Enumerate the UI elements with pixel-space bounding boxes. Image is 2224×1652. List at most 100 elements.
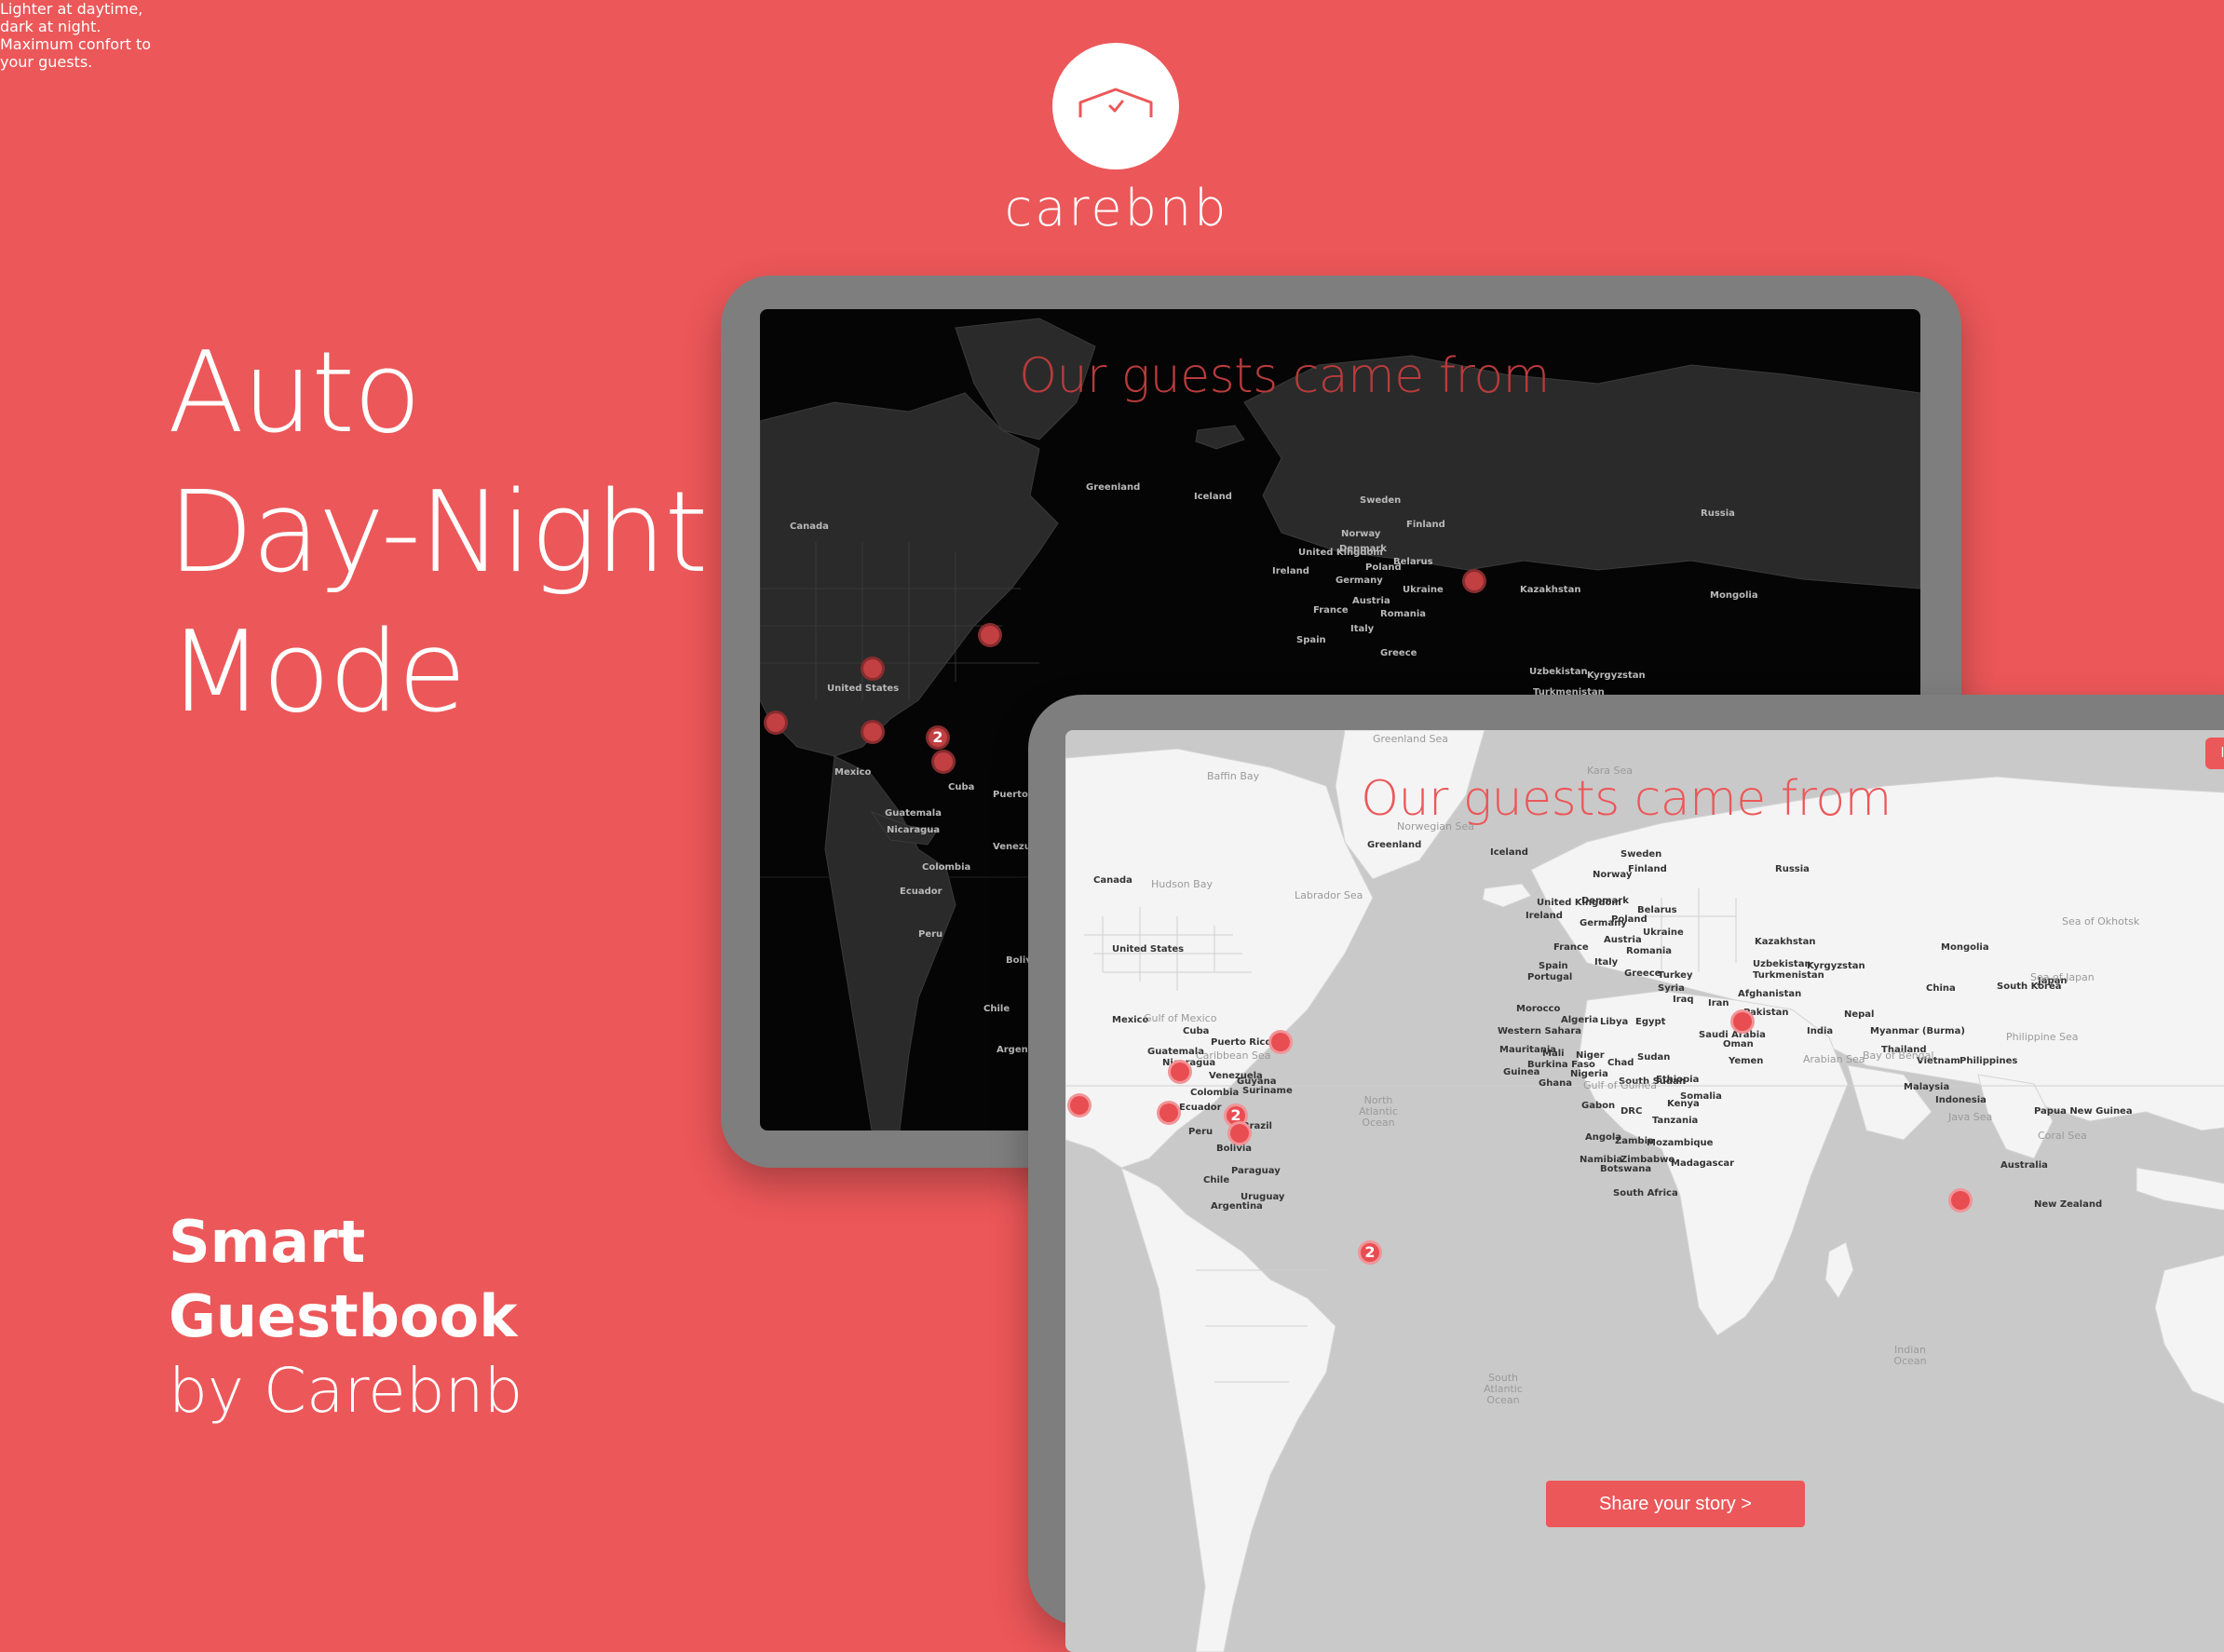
guest-location-pin[interactable] xyxy=(1227,1121,1252,1145)
map-label: Australia xyxy=(2000,1160,2048,1171)
theme-toggle-button[interactable]: light xyxy=(2205,738,2224,769)
sea-label: Kara Sea xyxy=(1587,765,1634,777)
sea-label: Sea of Okhotsk xyxy=(2062,915,2140,928)
map-label: Turkmenistan xyxy=(1753,970,1824,981)
map-label: Suriname xyxy=(1242,1086,1293,1096)
guest-location-pin[interactable] xyxy=(1268,1030,1293,1054)
map-label: Germany xyxy=(1580,918,1627,928)
map-label: Iraq xyxy=(1673,995,1694,1005)
product-line-smart: Smart xyxy=(169,1208,366,1276)
map-label: Libya xyxy=(1600,1017,1629,1027)
guest-location-pin[interactable] xyxy=(1462,569,1486,593)
map-label: Romania xyxy=(1626,946,1673,956)
map-label: Denmark xyxy=(1581,896,1629,906)
map-label: Guinea xyxy=(1503,1067,1540,1077)
map-label: Papua New Guinea xyxy=(2034,1106,2133,1117)
guest-location-pin[interactable] xyxy=(931,750,956,774)
map-label: Turkey xyxy=(1658,970,1693,981)
tagline-line: dark at night. xyxy=(0,18,102,35)
share-story-button[interactable]: Share your story > xyxy=(1546,1481,1805,1527)
map-label: Ecuador xyxy=(900,887,942,897)
map-label: Cuba xyxy=(948,782,975,792)
map-label: Ecuador xyxy=(1179,1103,1222,1113)
map-label: Syria xyxy=(1658,983,1685,994)
map-label: Iceland xyxy=(1490,847,1528,858)
map-label: France xyxy=(1313,605,1349,616)
sea-label: Arabian Sea xyxy=(1803,1053,1865,1065)
map-label: Malaysia xyxy=(1904,1082,1950,1092)
map-label: Mexico xyxy=(834,767,872,778)
map-label: Paraguay xyxy=(1231,1166,1281,1176)
map-label: Chad xyxy=(1607,1058,1634,1068)
map-label: China xyxy=(1926,983,1956,994)
map-label: Norway xyxy=(1593,870,1633,880)
sea-label: Baffin Bay xyxy=(1207,770,1260,782)
sea-label: Caribbean Sea xyxy=(1196,1049,1271,1062)
map-label: United States xyxy=(827,684,900,694)
map-label: Uzbekistan xyxy=(1753,959,1811,969)
headline-line: Mode xyxy=(168,608,467,738)
map-label: Colombia xyxy=(1190,1088,1240,1098)
sea-label: Gulf of Guinea xyxy=(1583,1079,1658,1091)
guest-location-pin[interactable] xyxy=(1730,1009,1755,1034)
ocean-label: North Atlantic Ocean xyxy=(1359,1094,1398,1129)
map-label: Greece xyxy=(1624,968,1661,979)
map-label: Egypt xyxy=(1635,1017,1666,1027)
map-label: Greece xyxy=(1380,648,1417,658)
map-label: Colombia xyxy=(922,862,971,873)
guest-location-pin[interactable] xyxy=(1948,1188,1973,1212)
map-label: Kazakhstan xyxy=(1520,585,1581,595)
guest-location-pin[interactable] xyxy=(1067,1093,1092,1117)
guest-cluster-pin[interactable]: 2 xyxy=(926,725,950,750)
map-label: Western Sahara xyxy=(1498,1026,1581,1036)
map-label: New Zealand xyxy=(2034,1199,2103,1210)
map-label: Mozambique xyxy=(1647,1138,1714,1148)
sea-label: Coral Sea xyxy=(2038,1130,2087,1142)
map-label: Spain xyxy=(1296,635,1326,645)
sea-label: Philippine Sea xyxy=(2006,1031,2079,1043)
map-label: Botswana xyxy=(1600,1164,1652,1174)
map-label: Kyrgyzstan xyxy=(1587,670,1646,681)
headline-line: Auto xyxy=(168,329,422,458)
map-label: Argentina xyxy=(1211,1201,1263,1212)
sea-label: Greenland Sea xyxy=(1373,733,1449,745)
sea-label: Bay of Bengal xyxy=(1863,1049,1934,1062)
guest-location-pin[interactable] xyxy=(861,720,885,744)
map-label: Afghanistan xyxy=(1738,989,1802,999)
guest-location-pin[interactable] xyxy=(861,657,885,681)
headline-line: Day-Night xyxy=(168,468,708,598)
guest-cluster-pin[interactable]: 2 xyxy=(1358,1240,1382,1265)
map-label: Ethiopia xyxy=(1656,1075,1700,1085)
map-label: Kenya xyxy=(1667,1099,1700,1109)
map-label: Sweden xyxy=(1621,849,1662,860)
map-label: Poland xyxy=(1365,562,1402,573)
map-label: Mongolia xyxy=(1941,942,1989,953)
ocean-label: Indian Ocean xyxy=(1893,1344,1927,1367)
map-label: Norway xyxy=(1341,529,1381,539)
map-label: Ukraine xyxy=(1403,585,1444,595)
map-label: Uzbekistan xyxy=(1529,667,1588,677)
map-label: Iran xyxy=(1708,998,1729,1009)
map-label: Puerto Rico xyxy=(1211,1037,1272,1048)
light-mode-tablet: Our guests came from light Greenland Ice… xyxy=(1028,695,2224,1652)
map-label: India xyxy=(1807,1026,1834,1036)
map-label: South Africa xyxy=(1613,1188,1678,1198)
map-label: Madagascar xyxy=(1671,1158,1735,1169)
guest-location-pin[interactable] xyxy=(764,711,788,735)
map-label: Iceland xyxy=(1194,492,1232,502)
sea-label: Norwegian Sea xyxy=(1397,820,1474,833)
map-label: Spain xyxy=(1539,961,1568,971)
map-label: Nigeria xyxy=(1570,1069,1608,1079)
map-label: Canada xyxy=(790,521,829,532)
map-label: Mongolia xyxy=(1710,590,1758,601)
map-label: Chile xyxy=(983,1004,1010,1014)
headline: Auto Day-Night Mode xyxy=(168,324,708,743)
guest-location-pin[interactable] xyxy=(978,623,1002,647)
map-label: Algeria xyxy=(1561,1015,1599,1025)
guest-location-pin[interactable] xyxy=(1168,1060,1192,1084)
guest-location-pin[interactable] xyxy=(1157,1101,1181,1125)
map-label: Greenland xyxy=(1367,840,1422,850)
map-label: Austria xyxy=(1352,596,1390,606)
map-label: Nicaragua xyxy=(887,825,941,835)
product-name: Smart Guestbook by Carebnb xyxy=(169,1205,522,1429)
